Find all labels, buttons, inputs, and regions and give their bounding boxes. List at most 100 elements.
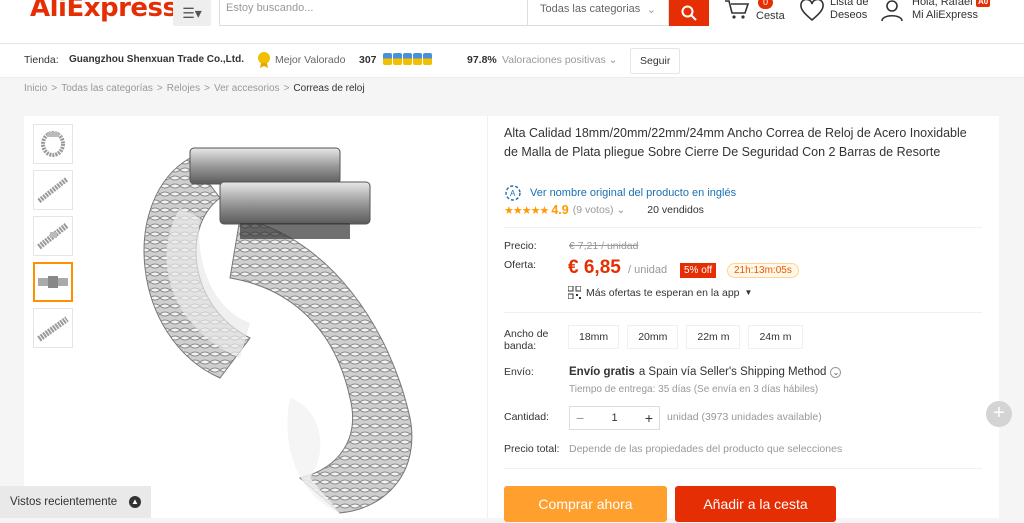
plus-icon[interactable]: + bbox=[645, 410, 653, 426]
chevron-down-icon: ⌄ bbox=[608, 54, 618, 66]
star-rating-icons: ★★★★★ bbox=[504, 204, 549, 217]
mesh-watch-band-image bbox=[143, 147, 413, 514]
add-to-cart-button[interactable]: Añadir a la cesta bbox=[675, 486, 836, 522]
store-level-icons bbox=[383, 53, 432, 65]
discount-badge: 5% off bbox=[680, 263, 717, 278]
positive-feedback-dropdown[interactable]: Valoraciones positivas ⌄ bbox=[502, 54, 617, 66]
buy-now-button[interactable]: Comprar ahora bbox=[504, 486, 667, 522]
cart-count-badge: 0 bbox=[758, 0, 774, 9]
crown-icon bbox=[393, 53, 402, 65]
price-unit: / unidad bbox=[628, 264, 668, 276]
crown-icon bbox=[423, 53, 432, 65]
original-name-link[interactable]: A Ver nombre original del producto en in… bbox=[504, 184, 736, 202]
band-width-label-line2: banda: bbox=[504, 340, 537, 352]
categories-menu-button[interactable]: ☰▾ bbox=[173, 0, 211, 26]
menu-icon: ☰▾ bbox=[182, 4, 202, 21]
medal-icon bbox=[257, 51, 271, 72]
search-input[interactable]: Estoy buscando... bbox=[219, 0, 528, 26]
product-thumbnail[interactable] bbox=[33, 308, 73, 348]
account-menu[interactable]: Hola, Rafael Mi AliExpress A0 bbox=[880, 0, 1000, 26]
search-button[interactable] bbox=[669, 0, 709, 26]
band-width-options: 18mm 20mm 22m m 24m m bbox=[568, 325, 803, 349]
band-width-label-line1: Ancho de bbox=[504, 328, 549, 340]
crown-icon bbox=[413, 53, 422, 65]
price-label: Precio: bbox=[504, 240, 537, 252]
breadcrumb-separator: > bbox=[51, 83, 58, 94]
caret-down-icon: ▼ bbox=[744, 288, 753, 297]
product-thumbnail-selected[interactable] bbox=[33, 262, 73, 302]
quantity-stepper: − 1 + bbox=[569, 406, 660, 430]
product-main-image[interactable] bbox=[100, 118, 490, 518]
search-placeholder: Estoy buscando... bbox=[226, 2, 314, 14]
size-option[interactable]: 20mm bbox=[627, 325, 679, 349]
wishlist-button[interactable]: Lista de Deseos bbox=[800, 0, 874, 26]
shipping-method-selector[interactable]: Envío gratis a Spain vía Seller's Shippi… bbox=[569, 366, 842, 378]
size-option[interactable]: 18mm bbox=[568, 325, 620, 349]
product-thumbnail[interactable] bbox=[33, 124, 73, 164]
quantity-label: Cantidad: bbox=[504, 411, 549, 423]
original-price: € 7,21 / unidad bbox=[569, 240, 639, 252]
follow-button[interactable]: Seguir bbox=[630, 48, 681, 74]
breadcrumb-item[interactable]: Relojes bbox=[167, 83, 200, 94]
account-greeting: Hola, Rafael bbox=[912, 0, 973, 8]
recently-viewed-bar[interactable]: Vistos recientemente ▲ bbox=[0, 486, 151, 518]
chevron-up-icon: ▲ bbox=[129, 496, 141, 508]
total-price-label: Precio total: bbox=[504, 443, 560, 455]
wishlist-label-2: Deseos bbox=[830, 9, 868, 21]
size-option[interactable]: 24m m bbox=[748, 325, 803, 349]
logo-text: AliExpress bbox=[30, 0, 178, 23]
product-thumbnail[interactable] bbox=[33, 170, 73, 210]
app-offers-dropdown[interactable]: Más ofertas te esperan en la app ▼ bbox=[568, 286, 752, 299]
wishlist-label-1: Lista de bbox=[830, 0, 869, 8]
category-select-value: Todas las categorias bbox=[540, 3, 641, 15]
divider bbox=[504, 227, 982, 228]
breadcrumb-item[interactable]: Inicio bbox=[24, 83, 47, 94]
breadcrumb-current[interactable]: Correas de reloj bbox=[293, 83, 364, 94]
product-title: Alta Calidad 18mm/20mm/22mm/24mm Ancho C… bbox=[504, 126, 967, 159]
top-rated-label: Mejor Valorado bbox=[275, 54, 346, 66]
minus-icon[interactable]: − bbox=[576, 410, 584, 426]
breadcrumb-separator: > bbox=[204, 83, 210, 94]
divider bbox=[504, 312, 982, 313]
thumbnail-list bbox=[33, 124, 73, 354]
chevron-down-icon: ⌄ bbox=[830, 366, 842, 378]
aliexpress-logo[interactable]: AliExpress bbox=[30, 0, 178, 23]
quantity-availability: unidad (3973 unidades available) bbox=[667, 411, 822, 423]
free-shipping-text: Envío gratis bbox=[569, 366, 635, 378]
sold-count: 20 vendidos bbox=[647, 204, 704, 216]
crown-icon bbox=[383, 53, 392, 65]
search-icon bbox=[681, 5, 697, 21]
plus-icon[interactable]: + bbox=[986, 401, 1012, 427]
my-aliexpress-link[interactable]: Mi AliExpress bbox=[912, 9, 978, 22]
band-width-label: Ancho de banda: bbox=[504, 328, 548, 352]
store-name-link[interactable]: Guangzhou Shenxuan Trade Co.,Ltd. bbox=[69, 54, 244, 65]
shipping-label: Envío: bbox=[504, 366, 534, 378]
breadcrumb-separator: > bbox=[156, 83, 163, 94]
watch-band-thumbnail-image bbox=[38, 276, 68, 288]
delivery-time: Tiempo de entrega: 35 días (Se envía en … bbox=[569, 384, 819, 395]
chevron-down-icon: ⌄ bbox=[616, 204, 626, 216]
breadcrumb-item[interactable]: Todas las categorías bbox=[61, 83, 153, 94]
store-label: Tienda: bbox=[24, 54, 59, 66]
column-divider bbox=[487, 116, 488, 518]
quantity-input[interactable]: 1 bbox=[611, 412, 617, 424]
category-select[interactable]: Todas las categorias ⌄ bbox=[528, 0, 669, 26]
watch-band-thumbnail-image bbox=[41, 131, 65, 157]
total-price-note: Depende de las propiedades del producto … bbox=[569, 443, 843, 455]
top-header: AliExpress ☰▾ Estoy buscando... Todas la… bbox=[0, 0, 1024, 44]
watch-band-thumbnail-image bbox=[37, 177, 69, 203]
positive-feedback-label: Valoraciones positivas bbox=[502, 54, 606, 66]
cart-button[interactable]: 0 Cesta bbox=[724, 0, 788, 26]
positive-feedback-pct: 97.8% bbox=[467, 54, 497, 66]
chevron-down-icon: ⌄ bbox=[646, 4, 656, 16]
product-thumbnail[interactable] bbox=[33, 216, 73, 256]
store-score: 307 bbox=[359, 54, 377, 66]
votes-dropdown[interactable]: (9 votos) ⌄ bbox=[573, 204, 626, 216]
size-option[interactable]: 22m m bbox=[686, 325, 741, 349]
user-icon bbox=[881, 0, 903, 22]
recently-viewed-label: Vistos recientemente bbox=[10, 496, 118, 508]
watch-band-thumbnail-image bbox=[37, 222, 69, 250]
qr-code-icon bbox=[568, 286, 581, 299]
breadcrumb-item[interactable]: Ver accesorios bbox=[214, 83, 280, 94]
watch-band-thumbnail-image bbox=[37, 316, 69, 342]
